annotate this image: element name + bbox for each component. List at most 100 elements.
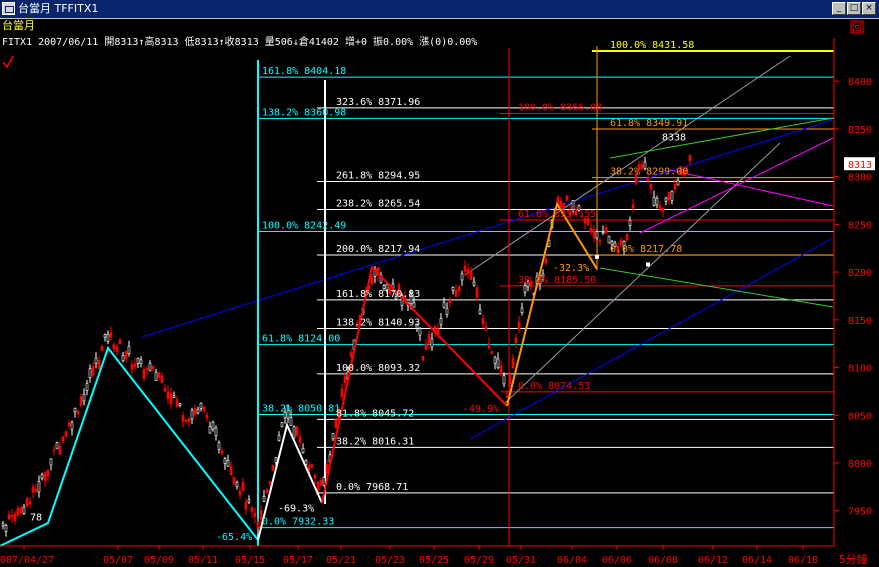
cyan-fib-label: 61.8% 8124.00 — [262, 334, 340, 345]
cyan-fib-label: 100.0% 8242.49 — [262, 221, 346, 232]
candle-body — [118, 339, 122, 345]
candle-body — [430, 338, 434, 348]
x-tick-label: 05/07 — [103, 555, 133, 566]
candle-body — [115, 346, 119, 352]
candle-body — [52, 449, 56, 452]
x-tick-label: 2007/04/27 — [0, 555, 54, 566]
cyan-fib-label: 138.2% 8360.98 — [262, 107, 346, 118]
white-fib-label: 261.8% 8294.95 — [336, 170, 420, 181]
price-annotation: -65.4% — [216, 532, 252, 543]
candle-body — [181, 414, 185, 422]
candle-body — [625, 234, 629, 241]
window-title: 台當月 TFFITX1 — [18, 2, 99, 15]
interval-label: 5分鐘 — [839, 552, 868, 566]
candle-body — [28, 501, 32, 505]
candle-body — [40, 474, 44, 479]
candle-body — [208, 426, 212, 434]
minimize-button[interactable]: _ — [832, 2, 846, 15]
candle-body — [421, 356, 425, 361]
candle-body — [100, 346, 104, 352]
candle-body — [490, 351, 494, 354]
candle-body — [262, 496, 266, 502]
pivot-marker — [595, 254, 599, 259]
close-button[interactable]: × — [862, 2, 876, 15]
candle-body — [313, 474, 317, 479]
y-tick-label: 8400 — [848, 77, 872, 88]
y-tick-label: 8300 — [848, 173, 872, 184]
candle-body — [133, 363, 137, 367]
price-axis: 7950 8000 8050 8100 8150 8200 8250 8300 8350 8400… — [833, 38, 875, 546]
candle-body — [652, 197, 656, 206]
candle-body — [268, 481, 272, 485]
candlestick-chart[interactable]: 161.8% 8404.18 138.2% 8360.98 100.0% 8242.… — [0, 18, 879, 567]
candle-body — [604, 227, 608, 234]
grey-channel-lower — [504, 142, 781, 404]
window-titlebar: 台當月 TFFITX1 _ □ × — [0, 0, 879, 19]
candle-body — [226, 460, 230, 467]
candle-body — [265, 489, 269, 494]
candle-body — [370, 276, 374, 285]
candle-body — [220, 450, 224, 454]
x-tick-label: 05/09 — [144, 555, 174, 566]
candle-body — [250, 507, 254, 512]
candle-body — [241, 481, 245, 492]
candle-body — [196, 409, 200, 414]
white-fib-label: 161.8% 8170.83 — [336, 289, 420, 300]
candle-body — [85, 382, 89, 392]
candle-body — [106, 334, 110, 342]
candle-body — [64, 431, 68, 438]
candle-body — [109, 332, 113, 338]
candle-body — [43, 472, 47, 481]
candle-body — [508, 375, 512, 385]
candle-body — [193, 408, 197, 415]
candle-body — [301, 448, 305, 454]
symbol-label: 台當月 — [2, 18, 35, 32]
maximize-button[interactable]: □ — [847, 2, 861, 15]
candle-body — [562, 203, 566, 209]
x-tick-label: 05/11 — [188, 555, 218, 566]
price-annotation: 8338 — [662, 132, 686, 143]
red-fib-label: 0.0% 8074.53 — [518, 381, 590, 392]
candle-body — [523, 285, 527, 293]
y-tick-label: 8050 — [848, 411, 872, 422]
candle-body — [427, 333, 431, 344]
x-tick-label: 06/08 — [648, 555, 678, 566]
x-tick-label: 06/06 — [602, 555, 632, 566]
candle-body — [673, 184, 677, 190]
x-tick-label: 06/18 — [788, 555, 818, 566]
red-fib-label: 61.8% 8254.55 — [518, 209, 596, 220]
white-fib-label: 100.0% 8093.32 — [336, 363, 420, 374]
candle-body — [247, 499, 251, 503]
candle-body — [661, 207, 665, 212]
red-fib-label: 38.2% 8185.50 — [518, 275, 596, 286]
price-annotation: -32.3% — [553, 263, 589, 274]
candle-body — [178, 403, 182, 406]
candle-body — [499, 365, 503, 375]
x-tick-label: 06/12 — [698, 555, 728, 566]
candle-body — [163, 388, 167, 392]
candle-body — [166, 391, 170, 399]
green-lower-trendline — [599, 267, 834, 308]
candle-body — [244, 501, 248, 510]
candle-body — [37, 481, 41, 493]
candle-body — [217, 442, 221, 450]
candle-body — [4, 525, 8, 532]
candle-body — [559, 200, 563, 207]
candle-body — [607, 235, 611, 244]
candle-body — [631, 204, 635, 209]
candle-body — [658, 205, 662, 210]
candle-body — [487, 343, 491, 348]
candle-body — [349, 352, 353, 357]
candle-body — [439, 318, 443, 325]
candle-body — [274, 457, 278, 463]
candle-body — [157, 372, 161, 378]
y-tick-label: 8200 — [848, 268, 872, 279]
candle-body — [139, 359, 143, 364]
candle-body — [202, 406, 206, 411]
candle-body — [82, 394, 86, 402]
candle-body — [472, 281, 476, 286]
candle-body — [667, 191, 671, 201]
x-tick-label: 05/25 — [419, 555, 449, 566]
candle-body — [271, 465, 275, 471]
candle-body — [298, 436, 302, 443]
